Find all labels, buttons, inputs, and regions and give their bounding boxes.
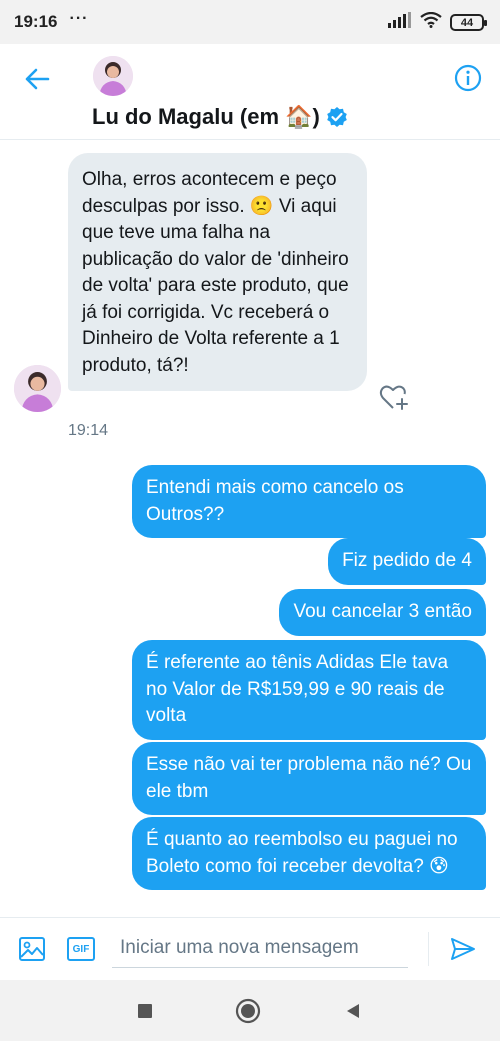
message-composer: GIF (0, 917, 500, 980)
system-back-button[interactable] (340, 998, 366, 1024)
message-list[interactable]: Olha, erros acontecem e peço desculpas p… (0, 141, 500, 917)
sent-message[interactable]: Vou cancelar 3 então (279, 589, 486, 636)
message-input[interactable] (112, 928, 408, 968)
heart-plus-icon (379, 385, 408, 410)
sent-message[interactable]: É quanto ao reembolso eu paguei no Bolet… (132, 817, 486, 890)
image-icon (19, 937, 45, 961)
signal-icon (388, 12, 412, 33)
recents-button[interactable] (132, 998, 158, 1024)
verified-badge-icon (326, 106, 348, 128)
square-icon (138, 1004, 152, 1018)
battery-icon: 44 (450, 14, 487, 31)
gif-button[interactable]: GIF (66, 934, 96, 964)
send-button[interactable] (448, 934, 478, 964)
status-more-dots: ··· (69, 10, 89, 27)
sent-message[interactable]: Fiz pedido de 4 (328, 538, 486, 585)
home-button[interactable] (235, 998, 261, 1024)
back-button[interactable] (20, 62, 54, 96)
gif-label: GIF (72, 943, 90, 955)
like-message-button[interactable] (378, 381, 410, 413)
composer-divider (428, 932, 429, 966)
back-arrow-icon (25, 68, 50, 90)
send-icon (451, 938, 475, 960)
gif-icon: GIF (67, 937, 95, 961)
conversation-title[interactable]: Lu do Magalu (em 🏠) (92, 104, 348, 130)
avatar[interactable] (93, 56, 133, 96)
sent-message[interactable]: Entendi mais como cancelo os Outros?? (132, 465, 486, 538)
wifi-icon (420, 11, 442, 33)
conversation-header: Lu do Magalu (em 🏠) (0, 44, 500, 140)
message-timestamp: 19:14 (68, 422, 109, 439)
system-navigation-bar (0, 980, 500, 1041)
status-icons: 44 (388, 11, 487, 33)
circle-icon (235, 998, 261, 1024)
contact-name: Lu do Magalu (em 🏠) (92, 104, 320, 129)
sent-message[interactable]: Esse não vai ter problema não né? Ou ele… (132, 742, 486, 815)
status-time: 19:16 (14, 12, 58, 31)
image-button[interactable] (17, 934, 47, 964)
status-bar: 19:16 ··· 44 (0, 0, 500, 44)
sender-avatar[interactable] (14, 365, 61, 412)
info-button[interactable] (452, 62, 484, 94)
info-icon (454, 64, 482, 92)
sent-message[interactable]: É referente ao tênis Adidas Ele tava no … (132, 640, 486, 740)
triangle-back-icon (347, 1004, 359, 1018)
received-message[interactable]: Olha, erros acontecem e peço desculpas p… (68, 153, 367, 391)
